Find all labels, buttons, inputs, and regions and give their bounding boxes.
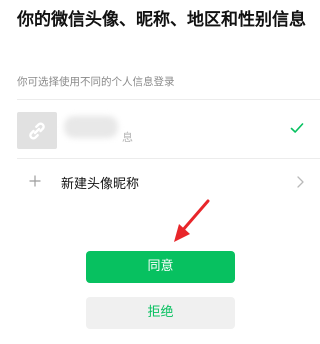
new-profile-label: 新建头像昵称 xyxy=(61,177,140,192)
avatar xyxy=(17,112,57,149)
chevron-right-icon xyxy=(297,176,304,188)
link-icon xyxy=(29,122,45,140)
profile-name-suffix: 息 xyxy=(122,131,133,144)
agree-button[interactable]: 同意 xyxy=(86,251,235,283)
profile-name-blurred xyxy=(64,116,118,138)
annotation-arrow-icon xyxy=(174,199,210,242)
page-title: 你的微信头像、昵称、地区和性别信息 xyxy=(17,10,306,30)
profile-option-current[interactable]: 息 xyxy=(0,100,320,158)
page-subtitle: 你可选择使用不同的个人信息登录 xyxy=(17,76,175,88)
plus-icon xyxy=(29,175,41,187)
reject-button[interactable]: 拒绝 xyxy=(86,297,235,329)
new-profile-option[interactable]: 新建头像昵称 xyxy=(0,158,320,206)
checkmark-icon xyxy=(290,123,304,133)
